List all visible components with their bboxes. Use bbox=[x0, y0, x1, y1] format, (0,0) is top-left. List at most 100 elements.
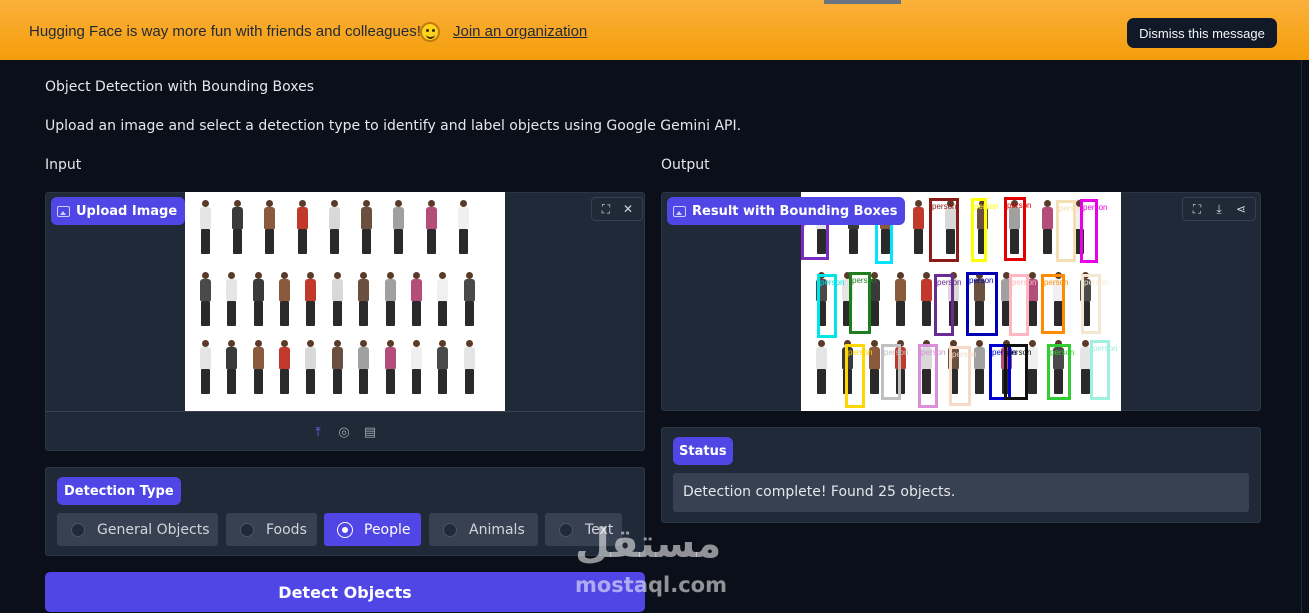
person-figure bbox=[463, 340, 476, 394]
bounding-box-label: person bbox=[852, 276, 877, 285]
person-figure bbox=[252, 272, 265, 326]
person-figure bbox=[304, 340, 317, 394]
bounding-box-label: person bbox=[1007, 348, 1032, 357]
person-figure bbox=[360, 200, 373, 254]
person-figure bbox=[384, 272, 397, 326]
close-icon[interactable]: ✕ bbox=[618, 199, 638, 219]
bounding-box-label: person bbox=[820, 278, 845, 287]
bounding-box-label: person bbox=[884, 348, 909, 357]
status-label: Status bbox=[673, 437, 733, 465]
watermark-arabic: مستقل bbox=[575, 521, 722, 567]
bounding-box-label: person bbox=[1012, 278, 1037, 287]
input-toolbar: ⛶ ✕ bbox=[591, 197, 643, 221]
status-message: Detection complete! Found 25 objects. bbox=[673, 473, 1249, 512]
person-figure bbox=[199, 272, 212, 326]
hugging-face-emoji-icon bbox=[420, 22, 440, 42]
banner-tab-indicator bbox=[824, 0, 901, 4]
radio-dot bbox=[443, 522, 457, 537]
detection-type-label: Detection Type bbox=[57, 477, 181, 505]
bounding-box-label: person bbox=[969, 276, 994, 285]
person-figure bbox=[357, 340, 370, 394]
output-section-label: Output bbox=[661, 157, 710, 173]
bounding-box-label: person bbox=[952, 350, 977, 359]
bounding-box-label: person bbox=[848, 348, 873, 357]
person-figure bbox=[331, 340, 344, 394]
download-icon[interactable]: ⤓ bbox=[1209, 199, 1229, 219]
person-figure bbox=[410, 272, 423, 326]
person-figure bbox=[328, 200, 341, 254]
notification-banner: Hugging Face is way more fun with friend… bbox=[0, 0, 1309, 60]
radio-label: Animals bbox=[469, 521, 525, 538]
fullscreen-icon[interactable]: ⛶ bbox=[1187, 199, 1207, 219]
detect-objects-button[interactable]: Detect Objects bbox=[45, 572, 645, 612]
image-icon bbox=[673, 205, 686, 217]
bounding-box-label: person bbox=[937, 278, 962, 287]
person-figure bbox=[436, 340, 449, 394]
dismiss-message-button[interactable]: Dismiss this message bbox=[1127, 18, 1277, 48]
person-figure bbox=[225, 272, 238, 326]
person-figure bbox=[278, 340, 291, 394]
person-figure bbox=[425, 200, 438, 254]
upload-icon[interactable]: ⤒ bbox=[310, 424, 326, 440]
radio-foods[interactable]: Foods bbox=[226, 513, 317, 546]
radio-dot-selected bbox=[338, 522, 352, 537]
person-figure bbox=[1041, 200, 1054, 254]
radio-general-objects[interactable]: General Objects bbox=[57, 513, 218, 546]
person-figure bbox=[199, 340, 212, 394]
person-figure bbox=[231, 200, 244, 254]
radio-label: Foods bbox=[266, 521, 307, 538]
app-title: Object Detection with Bounding Boxes bbox=[45, 79, 315, 95]
bounding-box-label: person bbox=[974, 202, 999, 211]
person-figure bbox=[463, 272, 476, 326]
person-figure bbox=[392, 200, 405, 254]
output-toolbar: ⛶ ⤓ ⋖ bbox=[1182, 197, 1256, 221]
radio-label: People bbox=[364, 521, 411, 538]
input-section-label: Input bbox=[45, 157, 82, 173]
person-figure bbox=[199, 200, 212, 254]
bounding-box-label: person bbox=[1044, 278, 1069, 287]
bounding-box-label: person bbox=[921, 348, 946, 357]
result-bounding-boxes-label: Result with Bounding Boxes bbox=[667, 197, 906, 225]
radio-dot bbox=[240, 522, 254, 537]
person-figure bbox=[815, 340, 828, 394]
person-figure bbox=[410, 340, 423, 394]
app-description: Upload an image and select a detection t… bbox=[45, 118, 742, 134]
image-icon bbox=[57, 205, 70, 217]
person-figure bbox=[384, 340, 397, 394]
person-figure bbox=[912, 200, 925, 254]
upload-image-label-text: Upload Image bbox=[76, 203, 178, 219]
share-icon[interactable]: ⋖ bbox=[1231, 199, 1251, 219]
bounding-box-label: person bbox=[932, 202, 957, 211]
upload-image-label: Upload Image bbox=[51, 197, 186, 225]
radio-label: General Objects bbox=[97, 521, 210, 538]
result-label-text: Result with Bounding Boxes bbox=[692, 203, 898, 219]
person-figure bbox=[263, 200, 276, 254]
bounding-box-label: person bbox=[1093, 344, 1118, 353]
bounding-box-label: person bbox=[1007, 201, 1032, 210]
image-source-bar: ⤒ ◎ ▤ bbox=[45, 411, 645, 451]
watermark-latin: mostaql.com bbox=[575, 573, 727, 597]
person-figure bbox=[252, 340, 265, 394]
person-figure bbox=[225, 340, 238, 394]
person-figure bbox=[304, 272, 317, 326]
person-figure bbox=[894, 272, 907, 326]
bounding-box-label: person bbox=[1083, 203, 1108, 212]
join-organization-link[interactable]: Join an organization bbox=[453, 23, 587, 40]
radio-dot bbox=[559, 522, 573, 537]
person-figure bbox=[973, 340, 986, 394]
person-figure bbox=[278, 272, 291, 326]
fullscreen-icon[interactable]: ⛶ bbox=[596, 199, 616, 219]
input-image-preview bbox=[185, 192, 505, 411]
banner-message: Hugging Face is way more fun with friend… bbox=[29, 23, 421, 40]
radio-dot bbox=[71, 522, 85, 537]
radio-animals[interactable]: Animals bbox=[429, 513, 538, 546]
bounding-box-label: person bbox=[1050, 348, 1075, 357]
radio-people[interactable]: People bbox=[324, 513, 421, 546]
person-figure bbox=[457, 200, 470, 254]
webcam-icon[interactable]: ◎ bbox=[336, 424, 352, 440]
person-figure bbox=[436, 272, 449, 326]
person-figure bbox=[296, 200, 309, 254]
person-figure bbox=[920, 272, 933, 326]
page-edge-divider bbox=[1301, 60, 1302, 613]
clipboard-icon[interactable]: ▤ bbox=[362, 424, 378, 440]
